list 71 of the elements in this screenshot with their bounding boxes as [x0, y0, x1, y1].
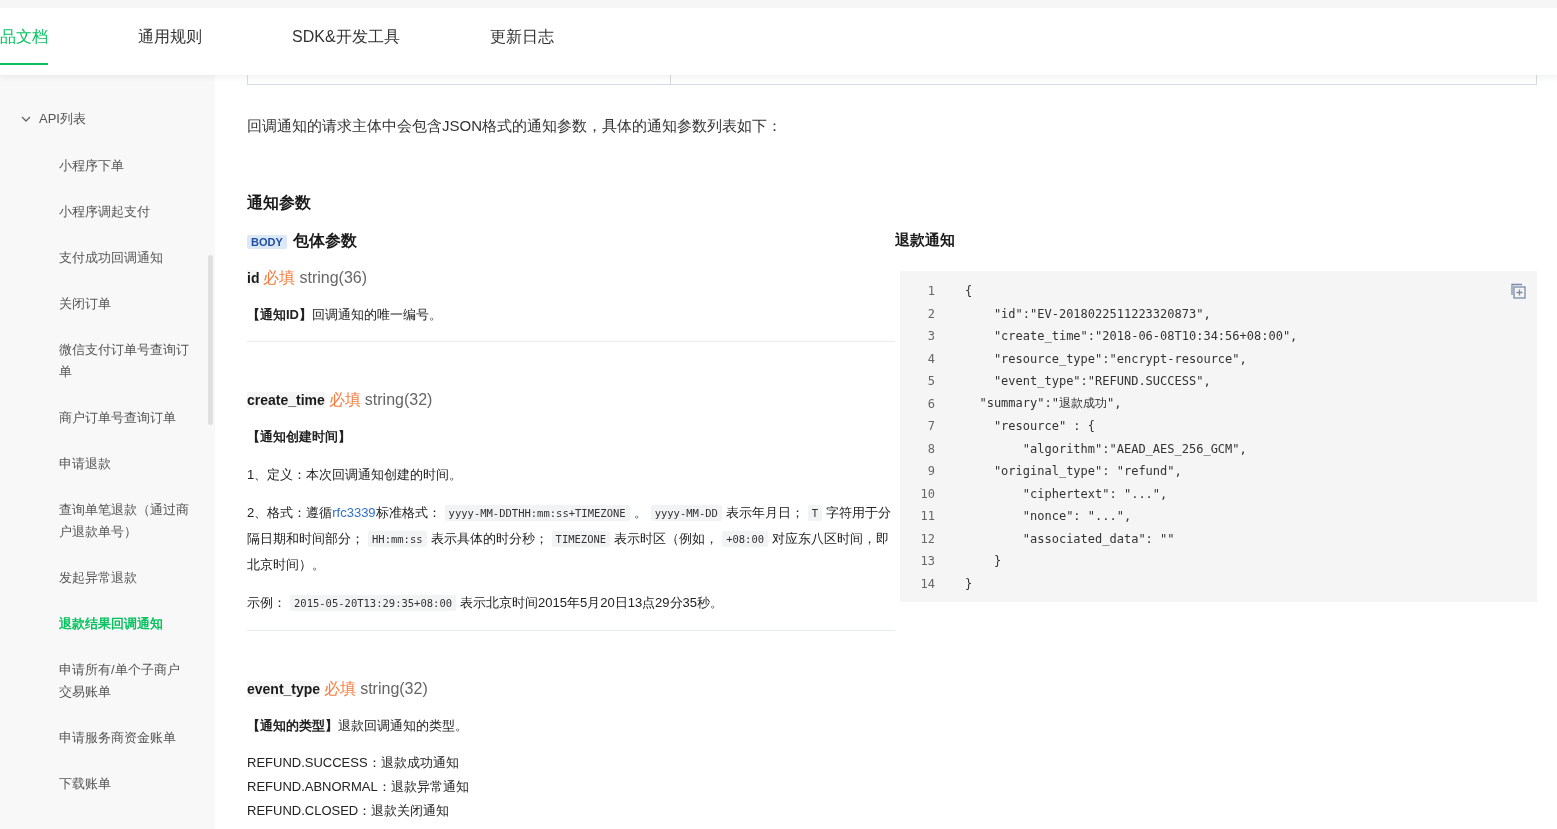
description-text: 【通知创建时间】 [247, 428, 352, 446]
sidebar-item[interactable]: 查询单笔退款（通过商户退款单号） [0, 487, 215, 555]
section-title: 通知参数 [247, 193, 312, 213]
sidebar-item[interactable]: 发起异常退款 [0, 555, 215, 601]
nav-tab[interactable]: 更新日志 [489, 12, 554, 65]
code-line: "associated_data": "" [1021, 531, 1175, 546]
code-line: } [992, 554, 1002, 569]
description-text: 示例： 2015-05-20T13:29:35+08:00 表示北京时间2015年5月20日13点29分35秒。 [247, 594, 725, 613]
code-line: "nonce": "...", [1021, 509, 1132, 524]
code-line: "resource" : { [992, 419, 1096, 434]
sidebar-item[interactable]: 下载账单 [0, 761, 215, 807]
intro-text: 回调通知的请求主体中会包含JSON格式的通知参数，具体的通知参数列表如下： [247, 116, 783, 136]
line-number: 6 [926, 396, 935, 411]
sidebar-item[interactable]: 微信支付订单号查询订单 [0, 327, 215, 395]
description-text: 【通知ID】回调通知的唯一编号。 [247, 306, 443, 324]
required-label: 必填 [263, 268, 296, 288]
line-number: 4 [926, 351, 935, 366]
required-label: 必填 [324, 679, 357, 699]
code-line: "event_type":"REFUND.SUCCESS", [992, 374, 1211, 389]
description-text: 2、格式：遵循rfc3339标准格式： yyyy-MM-DDTHH:mm:ss+TIMEZONE 。 yyyy-MM-DD 表示年月日； T 字符用于分隔日期和时间部分； HH:mm:ss 表示具体的时分秒； TIMEZONE 表示时区（例如， +08:00 对应东八区时间，即北京时间）。 [247, 504, 893, 574]
code-line: "id":"EV-2018022511223320873", [992, 306, 1211, 321]
line-number: 7 [926, 419, 935, 434]
line-number: 1 [926, 284, 935, 299]
code-line: "original_type": "refund", [992, 464, 1182, 479]
required-label: 必填 [328, 390, 361, 410]
enum-value-text: REFUND.CLOSED：退款关闭通知 [247, 802, 451, 820]
code-line: "resource_type":"encrypt-resource", [992, 351, 1247, 366]
code-line: "summary":"退款成功", [978, 395, 1122, 413]
code-line: } [965, 576, 973, 591]
sidebar-item[interactable]: 申请服务商资金账单 [0, 715, 215, 761]
sidebar-item[interactable]: 关闭订单 [0, 281, 215, 327]
code-line: "create_time":"2018-06-08T10:34:56+08:00", [992, 329, 1298, 344]
rfc-link[interactable]: rfc3339 [332, 505, 376, 520]
enum-value-text: REFUND.ABNORMAL：退款异常通知 [247, 778, 470, 796]
nav-tab[interactable]: 通用规则 [138, 12, 202, 65]
code-line: "algorithm":"AEAD_AES_256_GCM", [1021, 441, 1247, 456]
code-line: { [965, 284, 973, 299]
code-line: "ciphertext": "...", [1021, 486, 1168, 501]
example-title: 退款通知 [895, 230, 956, 250]
description-text: 1、定义：本次回调通知创建的时间。 [247, 466, 464, 484]
sidebar-item[interactable]: 商户订单号查询订单 [0, 395, 215, 441]
line-number: 3 [926, 329, 935, 344]
sidebar-item[interactable]: 小程序调起支付 [0, 189, 215, 235]
line-number: 9 [926, 464, 935, 479]
api-list-group[interactable]: API列表 [0, 108, 215, 130]
scrollbar[interactable] [208, 255, 213, 425]
body-badge: BODY [247, 234, 287, 249]
param-type: string(32) [364, 391, 433, 409]
sidebar-item[interactable]: 申请所有/单个子商户交易账单 [0, 647, 215, 715]
param-name: id [247, 270, 260, 286]
enum-value-text: REFUND.SUCCESS：退款成功通知 [247, 754, 460, 772]
line-number: 10 [919, 486, 935, 501]
param-name: create_time [247, 392, 325, 408]
param-type: string(36) [299, 269, 368, 287]
nav-tab[interactable]: SDK&开发工具 [292, 12, 400, 65]
sidebar-item[interactable]: 小程序下单 [0, 143, 215, 189]
line-number: 13 [919, 554, 935, 569]
sidebar-item[interactable]: 支付成功回调通知 [0, 235, 215, 281]
line-number: 11 [919, 509, 935, 524]
line-number: 5 [926, 374, 935, 389]
line-number: 8 [926, 441, 935, 456]
param-name: event_type [247, 681, 321, 697]
line-number: 2 [926, 306, 935, 321]
line-number: 14 [919, 576, 935, 591]
description-text: 【通知的类型】退款回调通知的类型。 [247, 717, 469, 735]
group-label: API列表 [39, 110, 86, 128]
copy-icon[interactable] [1509, 282, 1527, 300]
param-type: string(32) [360, 680, 428, 698]
line-number: 12 [919, 531, 935, 546]
body-title: 包体参数 [292, 231, 357, 251]
sidebar-item[interactable]: 申请退款 [0, 441, 215, 487]
